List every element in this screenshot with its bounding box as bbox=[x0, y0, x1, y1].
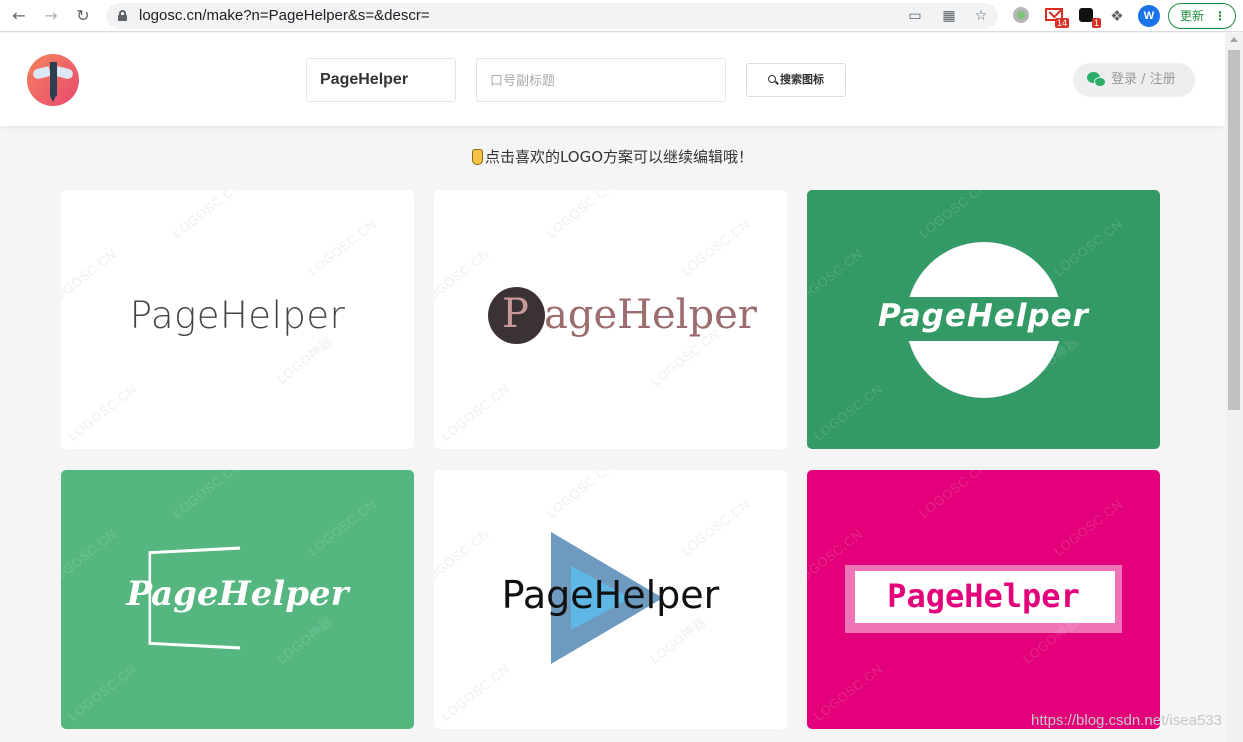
scroll-up-arrow-icon[interactable] bbox=[1230, 37, 1238, 42]
address-bar[interactable]: logosc.cn/make?n=PageHelper&s=&descr= ▭ … bbox=[106, 3, 998, 29]
logo-initial: P bbox=[502, 291, 529, 337]
extensions-puzzle-icon[interactable]: ❖ bbox=[1106, 5, 1128, 27]
slogan-input[interactable] bbox=[476, 58, 726, 102]
reload-icon[interactable]: ↻ bbox=[72, 5, 94, 27]
logo-card-3[interactable]: LOGOSC.CN LOGOSC.CN LOGOSC.CN LOGO神器 LOG… bbox=[807, 190, 1160, 449]
update-button[interactable]: 更新 ⋮ bbox=[1168, 3, 1236, 29]
gmail-badge: 14 bbox=[1054, 18, 1069, 28]
bookmark-star-icon[interactable]: ☆ bbox=[972, 7, 990, 25]
forward-arrow-icon[interactable]: → bbox=[40, 5, 62, 27]
scrollbar-thumb[interactable] bbox=[1228, 50, 1240, 410]
search-icon bbox=[768, 75, 776, 83]
update-label: 更新 bbox=[1180, 9, 1205, 23]
qr-code-icon[interactable]: ▦ bbox=[940, 7, 958, 25]
csdn-watermark: https://blog.csdn.net/isea533 bbox=[1031, 712, 1222, 729]
logo-text: PageHelper bbox=[501, 573, 720, 617]
cast-icon[interactable]: ▭ bbox=[906, 7, 924, 25]
logo-text: ageHelper bbox=[544, 292, 757, 338]
logo-card-1[interactable]: LOGOSC.CN LOGOSC.CN LOGOSC.CN LOGO神器 LOG… bbox=[61, 190, 414, 449]
logo-card-5[interactable]: LOGOSC.CN LOGOSC.CN LOGOSC.CN LOGO神器 LOG… bbox=[434, 470, 787, 729]
lock-icon bbox=[118, 10, 127, 21]
logo-text: PageHelper bbox=[878, 298, 1089, 334]
hint-text: 点击喜欢的LOGO方案可以继续编辑哦！ bbox=[0, 146, 1225, 167]
search-button-label: 搜索图标 bbox=[780, 73, 824, 86]
logo-card-2[interactable]: LOGOSC.CN LOGOSC.CN LOGOSC.CN LOGOSC.CN … bbox=[434, 190, 787, 449]
page-scrollbar[interactable] bbox=[1226, 33, 1243, 742]
logo-text: PageHelper bbox=[129, 294, 346, 337]
search-icon-button[interactable]: 搜索图标 bbox=[746, 63, 846, 97]
logo-text: PageHelper bbox=[887, 577, 1080, 615]
logo-card-6[interactable]: LOGOSC.CN LOGOSC.CN LOGOSC.CN LOGO神器 LOG… bbox=[807, 470, 1160, 729]
more-vert-icon: ⋮ bbox=[1214, 9, 1226, 23]
login-label: 登录 / 注册 bbox=[1111, 72, 1176, 87]
extension-badge: 1 bbox=[1091, 18, 1101, 28]
wechat-icon bbox=[1087, 72, 1107, 88]
profile-avatar[interactable]: W bbox=[1138, 5, 1160, 27]
logo-name-input[interactable] bbox=[306, 58, 456, 102]
pointing-hand-icon bbox=[471, 149, 483, 165]
back-arrow-icon[interactable]: ← bbox=[8, 5, 30, 27]
extension-tile-icon[interactable]: 1 bbox=[1077, 5, 1101, 28]
logo-card-4[interactable]: LOGOSC.CN LOGOSC.CN LOGOSC.CN LOGO神器 LOG… bbox=[61, 470, 414, 729]
login-register-button[interactable]: 登录 / 注册 bbox=[1073, 63, 1195, 97]
url-text: logosc.cn/make?n=PageHelper&s=&descr= bbox=[139, 7, 430, 24]
site-header: 搜索图标 登录 / 注册 bbox=[0, 33, 1225, 126]
browser-toolbar: ← → ↻ logosc.cn/make?n=PageHelper&s=&des… bbox=[0, 0, 1243, 32]
extension-circle-icon[interactable] bbox=[1011, 5, 1031, 25]
site-logo[interactable] bbox=[27, 54, 79, 106]
logo-text: PageHelper bbox=[126, 574, 349, 614]
gmail-icon[interactable]: 14 bbox=[1045, 4, 1069, 28]
